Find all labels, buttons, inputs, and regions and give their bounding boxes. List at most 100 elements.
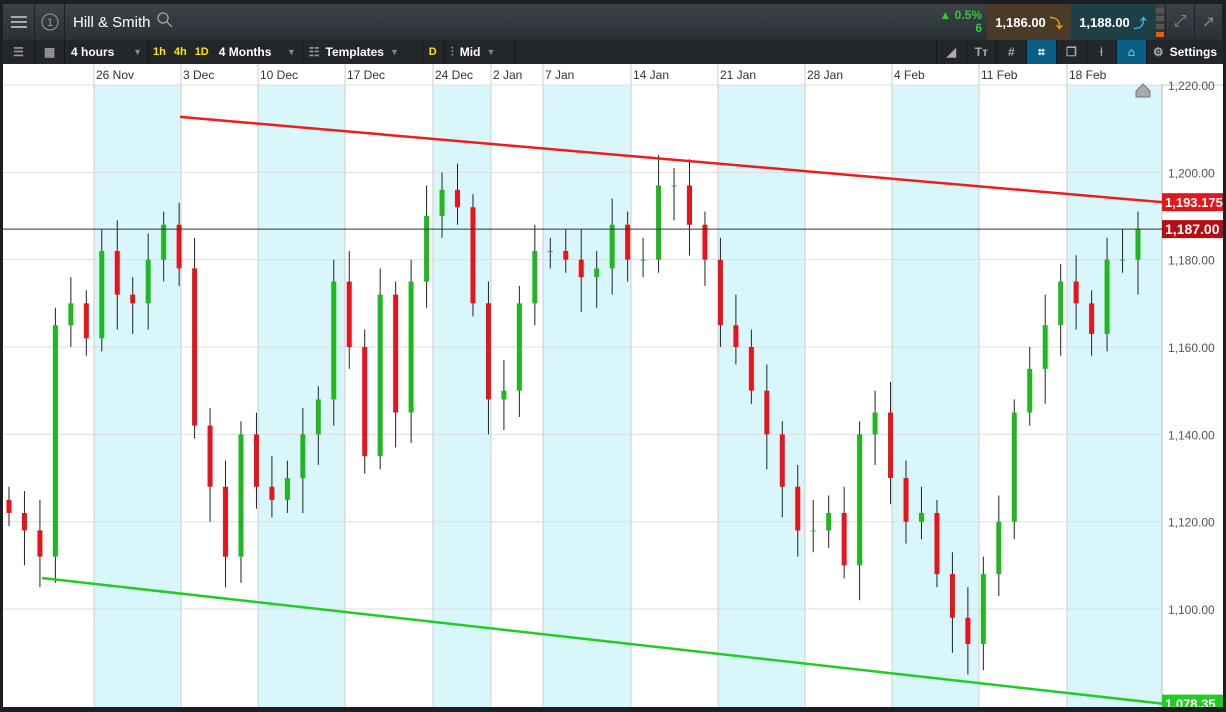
candle-down	[686, 185, 692, 225]
y-tick-label: 1,140.00	[1168, 428, 1215, 442]
layers-icon[interactable]: ❐	[1055, 40, 1086, 64]
x-tick-label: 21 Jan	[720, 68, 756, 82]
range-value: 4 Months	[218, 45, 272, 59]
candle-down	[207, 425, 213, 487]
chevron-down-icon: ▼	[286, 47, 296, 57]
menu-icon[interactable]	[3, 4, 35, 40]
candle-up	[1135, 229, 1141, 260]
candle-down	[841, 512, 847, 566]
x-tick-label: 24 Dec	[435, 68, 473, 82]
candle-up	[1104, 259, 1110, 334]
templates-label: Templates	[325, 45, 384, 59]
candle-up	[68, 303, 74, 326]
candle-down	[6, 499, 12, 513]
drawing-tool-icon[interactable]: ◢	[935, 40, 966, 64]
candle-down	[748, 347, 754, 391]
candle-up	[547, 250, 553, 252]
candle-down	[733, 325, 739, 348]
link-group-icon[interactable]: 1	[35, 4, 65, 40]
quick-4h[interactable]: 4h	[170, 46, 191, 58]
candle-up	[145, 259, 151, 304]
price-type-value: Mid	[459, 45, 481, 59]
x-tick-label: 14 Jan	[633, 68, 669, 82]
search-icon[interactable]	[156, 11, 173, 33]
candle-down	[393, 294, 399, 413]
quick-1d[interactable]: 1D	[191, 46, 213, 58]
candle-down	[176, 224, 182, 269]
interval-select[interactable]: 4 hours ▼	[65, 40, 149, 64]
candle-down	[563, 250, 569, 260]
layout-icon[interactable]: ▦	[35, 40, 65, 64]
candle-up	[284, 478, 290, 500]
price-chart[interactable]: 26 Nov 3 Dec 10 Dec 17 Dec 24 Dec 2 Jan 7 Jan 1…	[3, 64, 1223, 712]
candle-up	[532, 250, 538, 304]
text-tool-icon[interactable]: Tт	[965, 40, 996, 64]
candle-up	[424, 216, 430, 282]
candle-down	[779, 434, 785, 487]
candle-down	[764, 390, 770, 435]
expand-icon[interactable]: ⤢	[1165, 4, 1195, 40]
price-type-select[interactable]: ⫶ Mid ▼	[445, 40, 515, 64]
settings-label: Settings	[1169, 45, 1217, 59]
candle-up	[315, 399, 321, 435]
grid-icon[interactable]: #	[995, 40, 1026, 64]
x-tick-label: 17 Dec	[347, 68, 385, 82]
candle-down	[130, 294, 136, 304]
x-tick-label: 28 Jan	[807, 68, 843, 82]
chart-canvas[interactable]: 26 Nov 3 Dec 10 Dec 17 Dec 24 Dec 2 Jan 7 Jan 1…	[3, 64, 1223, 712]
candle-up	[1120, 259, 1126, 261]
settings-button[interactable]: ⚙ Settings	[1145, 40, 1223, 64]
candle-up	[656, 185, 662, 260]
week-shade	[718, 85, 805, 707]
candle-down	[346, 281, 352, 348]
range-select[interactable]: 4 Months ▼	[213, 40, 303, 64]
candle-up	[99, 250, 105, 339]
candle-up	[408, 281, 414, 413]
indicator-icon[interactable]: ⍿	[1085, 40, 1116, 64]
y-tick-label: 1,160.00	[1168, 341, 1215, 355]
chevron-down-icon: ▼	[389, 47, 399, 57]
candle-up	[377, 294, 383, 457]
candle-down	[269, 486, 275, 500]
candle-down	[253, 434, 259, 487]
candle-up	[918, 512, 924, 522]
candle-up	[1027, 368, 1033, 413]
candle-down	[949, 574, 955, 618]
week-shade	[94, 85, 181, 707]
popout-icon[interactable]: ↗	[1195, 4, 1223, 40]
candle-up	[331, 281, 337, 400]
x-tick-label: 7 Jan	[545, 68, 574, 82]
candle-down	[114, 250, 120, 295]
y-tick-label: 1,180.00	[1168, 254, 1215, 268]
templates-button[interactable]: ☷ Templates ▼	[303, 40, 423, 64]
candle-up	[161, 224, 167, 260]
candle-down	[470, 207, 476, 304]
candle-down	[83, 303, 89, 339]
candle-down	[21, 512, 27, 531]
buy-button[interactable]: 1,188.00 ⤴	[1071, 4, 1155, 40]
candle-up	[980, 574, 986, 644]
interval-value: 4 hours	[71, 45, 115, 59]
sell-button[interactable]: 1,186.00 ⤵	[987, 4, 1071, 40]
candle-up	[671, 185, 677, 187]
candle-down	[1089, 303, 1095, 334]
signal-strength-icon	[1155, 4, 1165, 40]
candle-up	[501, 390, 507, 400]
candles-icon: ⫶	[450, 44, 454, 59]
crosshair-grid-icon[interactable]: ⌗	[1025, 40, 1056, 64]
d-button[interactable]: D	[423, 40, 445, 64]
candle-up	[300, 434, 306, 479]
candle-down	[362, 347, 368, 457]
instrument-title[interactable]: Hill & Smith	[73, 14, 151, 31]
chart-toolbar: ☰ ▦ 4 hours ▼ 1h 4h 1D 4 Months ▼ ☷ Templat…	[3, 40, 1223, 64]
candle-down	[934, 512, 940, 575]
candle-up	[238, 434, 244, 557]
x-tick-label: 26 Nov	[96, 68, 134, 82]
candle-down	[795, 486, 801, 531]
quick-1h[interactable]: 1h	[149, 46, 170, 58]
price-label-icon[interactable]: ⌂	[1115, 40, 1146, 64]
sell-arrow-icon: ⤵	[1049, 15, 1063, 31]
gear-icon: ⚙	[1152, 45, 1164, 59]
candle-down	[223, 486, 229, 557]
list-icon[interactable]: ☰	[3, 40, 35, 64]
